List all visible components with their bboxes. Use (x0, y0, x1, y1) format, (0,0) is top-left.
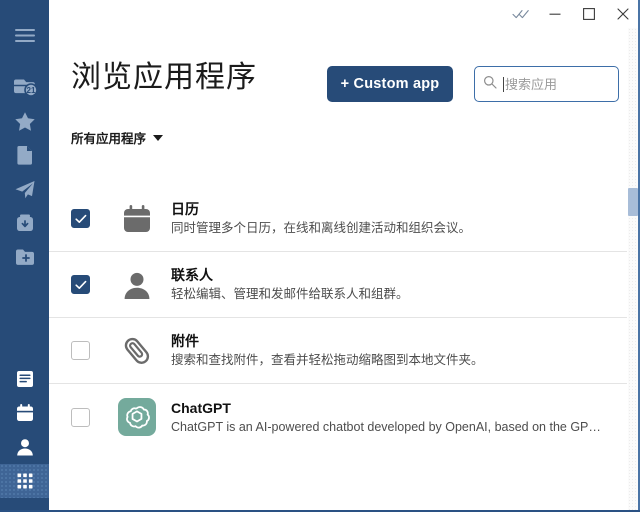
list-item[interactable]: 联系人 轻松编辑、管理和发邮件给联系人和组群。 (49, 252, 627, 318)
sidebar-item-favorites[interactable] (0, 104, 49, 138)
close-icon (617, 8, 629, 20)
app-filter-dropdown[interactable]: 所有应用程序 (71, 128, 164, 147)
minimize-button[interactable] (538, 0, 572, 28)
app-chatgpt-icon (118, 398, 156, 436)
sidebar-item-new-folder[interactable] (0, 240, 49, 274)
new-folder-icon (15, 249, 34, 265)
app-description: 搜索和查找附件，查看并轻松拖动缩略图到本地文件夹。 (171, 353, 484, 367)
hamburger-menu-icon[interactable] (0, 18, 49, 52)
app-name: 附件 (171, 333, 199, 349)
drafts-document-icon (16, 146, 32, 165)
notes-icon (16, 371, 33, 387)
maximize-icon (583, 8, 595, 20)
app-name: 日历 (171, 201, 199, 217)
text-caret (503, 76, 504, 92)
sidebar-item-apps[interactable] (0, 464, 49, 498)
app-filter-label: 所有应用程序 (71, 132, 147, 146)
double-check-icon[interactable] (504, 0, 538, 28)
main-content: 浏览应用程序 + Custom app 所有应用程序 (49, 0, 640, 510)
left-sidebar: 21 (0, 0, 49, 510)
app-checkbox[interactable] (71, 275, 90, 294)
calendar-icon (16, 404, 33, 421)
app-name: ChatGPT (171, 399, 231, 416)
search-icon (483, 75, 497, 94)
app-description: ChatGPT is an AI-powered chatbot develop… (171, 419, 601, 434)
app-checkbox[interactable] (71, 341, 90, 360)
chatgpt-logo-icon (126, 406, 150, 429)
sidebar-item-drafts[interactable] (0, 138, 49, 172)
sidebar-item-mail[interactable]: 21 (0, 70, 49, 104)
mail-inbox-icon: 21 (13, 79, 38, 97)
check-icon (74, 280, 86, 289)
sidebar-item-calendar[interactable] (0, 396, 49, 430)
list-item[interactable]: 附件 搜索和查找附件，查看并轻松拖动缩略图到本地文件夹。 (49, 318, 627, 384)
minimize-icon (549, 13, 561, 15)
sidebar-item-notes[interactable] (0, 362, 49, 396)
app-checkbox[interactable] (71, 209, 90, 228)
app-description: 轻松编辑、管理和发邮件给联系人和组群。 (171, 287, 409, 301)
contacts-person-icon (16, 439, 33, 456)
app-paperclip-icon (118, 332, 156, 370)
app-calendar-icon (118, 200, 156, 238)
app-list: 日历 同时管理多个日历，在线和离线创建活动和组织会议。 联系人 轻松编辑、管理和… (49, 186, 627, 510)
add-custom-app-button[interactable]: + Custom app (327, 66, 453, 102)
page-title: 浏览应用程序 (71, 61, 257, 94)
favorites-star-icon (14, 112, 35, 131)
chatgpt-logo-tile (118, 398, 156, 436)
sidebar-item-archive[interactable] (0, 206, 49, 240)
close-button[interactable] (606, 0, 640, 28)
archive-box-icon (16, 214, 33, 231)
list-item[interactable]: ChatGPT ChatGPT is an AI-powered chatbot… (49, 384, 627, 450)
app-text: 附件 搜索和查找附件，查看并轻松拖动缩略图到本地文件夹。 (171, 332, 627, 369)
search-box[interactable] (474, 66, 619, 102)
sent-paper-plane-icon (15, 181, 34, 199)
hamburger-icon (14, 29, 35, 42)
scrollbar-thumb[interactable] (628, 188, 638, 216)
app-window: 21 浏览应用程序 + Custom app 搜索应用 所有应用程序 日历 同时… (0, 0, 640, 512)
app-description: 同时管理多个日历，在线和离线创建活动和组织会议。 (171, 221, 472, 235)
list-item[interactable]: 日历 同时管理多个日历，在线和离线创建活动和组织会议。 (49, 186, 627, 252)
double-check-glyph (512, 10, 529, 19)
check-icon (74, 214, 86, 223)
app-name: 联系人 (171, 267, 213, 283)
scrollbar-track[interactable] (628, 28, 638, 510)
app-text: ChatGPT ChatGPT is an AI-powered chatbot… (171, 399, 627, 436)
sidebar-item-sent[interactable] (0, 172, 49, 206)
app-text: 日历 同时管理多个日历，在线和离线创建活动和组织会议。 (171, 200, 627, 237)
app-text: 联系人 轻松编辑、管理和发邮件给联系人和组群。 (171, 266, 627, 303)
window-controls (504, 0, 640, 28)
chevron-down-icon (153, 134, 164, 141)
app-contacts-icon (118, 266, 156, 304)
apps-grid-icon (17, 473, 32, 489)
mail-badge-count: 21 (26, 86, 35, 95)
sidebar-item-contacts[interactable] (0, 430, 49, 464)
app-checkbox[interactable] (71, 407, 90, 427)
search-input[interactable] (505, 76, 610, 92)
maximize-button[interactable] (572, 0, 606, 28)
